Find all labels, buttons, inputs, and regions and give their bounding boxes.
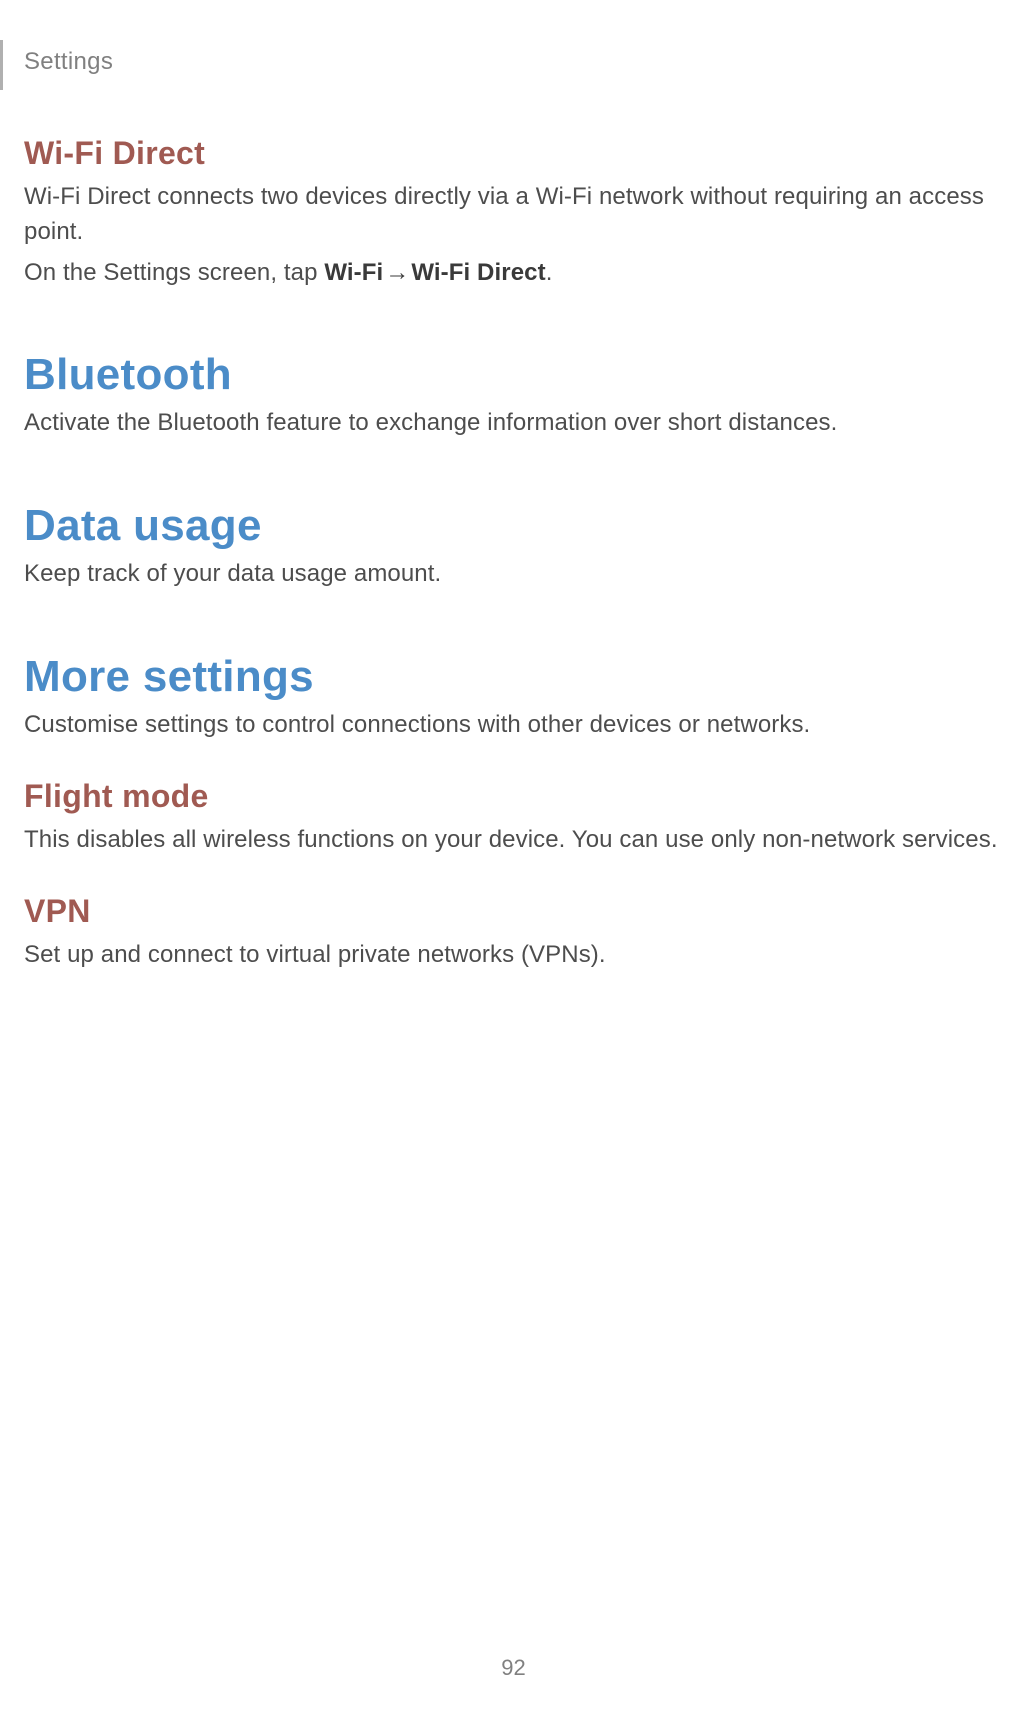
heading-more-settings: More settings bbox=[24, 652, 1004, 702]
arrow-icon: → bbox=[383, 256, 411, 291]
bold-wifi: Wi-Fi bbox=[324, 259, 383, 286]
wifi-direct-description: Wi-Fi Direct connects two devices direct… bbox=[24, 180, 1004, 250]
heading-vpn: VPN bbox=[24, 893, 1004, 930]
heading-data-usage: Data usage bbox=[24, 501, 1004, 551]
data-usage-description: Keep track of your data usage amount. bbox=[24, 557, 1004, 592]
flight-mode-description: This disables all wireless functions on … bbox=[24, 823, 1004, 858]
heading-wifi-direct: Wi-Fi Direct bbox=[24, 135, 1004, 172]
content-area: Wi-Fi Direct Wi-Fi Direct connects two d… bbox=[24, 115, 1004, 978]
heading-bluetooth: Bluetooth bbox=[24, 350, 1004, 400]
instruction-suffix: . bbox=[546, 259, 553, 286]
side-rule bbox=[0, 40, 3, 90]
page-number: 92 bbox=[0, 1655, 1027, 1681]
bold-wifi-direct: Wi-Fi Direct bbox=[411, 259, 545, 286]
wifi-direct-instruction: On the Settings screen, tap Wi-Fi→Wi-Fi … bbox=[24, 256, 1004, 291]
more-settings-description: Customise settings to control connection… bbox=[24, 708, 1004, 743]
heading-flight-mode: Flight mode bbox=[24, 778, 1004, 815]
vpn-description: Set up and connect to virtual private ne… bbox=[24, 938, 1004, 973]
instruction-prefix: On the Settings screen, tap bbox=[24, 259, 324, 286]
section-header-label: Settings bbox=[24, 48, 113, 76]
bluetooth-description: Activate the Bluetooth feature to exchan… bbox=[24, 406, 1004, 441]
manual-page: Settings Wi-Fi Direct Wi-Fi Direct conne… bbox=[0, 0, 1027, 1719]
